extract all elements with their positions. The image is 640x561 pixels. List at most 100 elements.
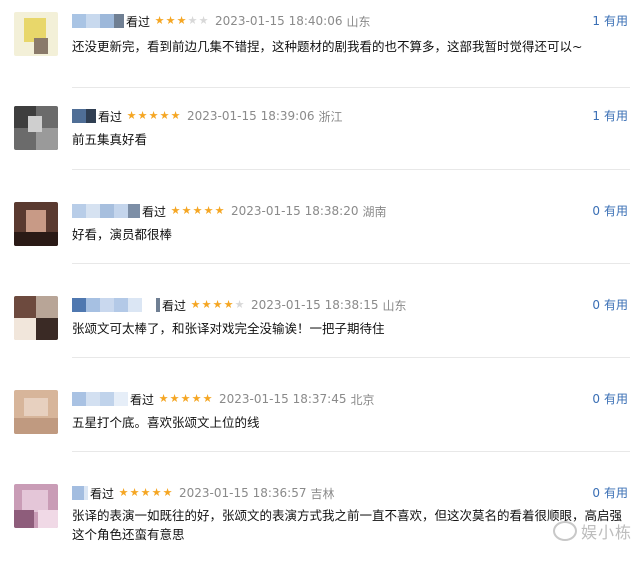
review-location: 北京 [350,392,375,407]
review-time: 2023-01-15 18:38:20 [231,204,359,218]
review-meta: 看过 ★ ★ ★ ★ ★ 2023-01-15 18:36:57 吉林 [72,483,334,503]
review-text: 还没更新完，看到前边几集不错捏，这种题材的剧我看的也不算多，这部我暂时觉得还可以… [72,39,583,54]
star-icon: ★ [148,109,159,122]
rating-stars: ★ ★ ★ ★ ★ [170,205,225,217]
username-blurred[interactable] [72,109,96,123]
review-location: 吉林 [310,486,335,501]
rating-stars: ★ ★ ★ ★ ★ [154,15,209,27]
review-time: 2023-01-15 18:36:57 [179,486,307,500]
watched-status: 看过 [126,14,151,29]
star-icon: ★ [192,204,203,217]
review-text: 前五集真好看 [72,132,148,147]
star-icon: ★ [165,14,176,27]
useful-button[interactable]: 0 有用 [592,389,628,409]
star-icon: ★ [126,109,137,122]
star-icon: ★ [159,109,170,122]
review-item: 看过 ★ ★ ★ ★ ★ 2023-01-15 18:40:06 山东 1 有用 还没更新… [0,0,640,88]
user-avatar[interactable] [14,484,58,528]
useful-label: 有用 [603,298,628,312]
rating-stars: ★ ★ ★ ★ ★ [118,487,173,499]
review-location: 山东 [382,298,407,313]
watched-status: 看过 [130,392,155,407]
useful-count: 1 [592,14,600,28]
star-icon: ★ [234,298,245,311]
review-item: 看过 ★ ★ ★ ★ ★ 2023-01-15 18:37:45 北京 0 有用 五星打个… [0,358,640,452]
review-time: 2023-01-15 18:37:45 [219,392,347,406]
useful-label: 有用 [603,392,628,406]
review-item: 看过 ★ ★ ★ ★ ★ 2023-01-15 18:36:57 吉林 0 有用 张译的表… [0,452,640,561]
star-icon: ★ [223,298,234,311]
star-icon: ★ [162,486,173,499]
useful-label: 有用 [603,204,628,218]
username-blurred[interactable] [72,204,140,218]
review-item: 看过 ★ ★ ★ ★ ★ 2023-01-15 18:39:06 浙江 1 有用 前五集真… [0,88,640,170]
watched-status: 看过 [90,486,115,501]
star-icon: ★ [181,204,192,217]
star-icon: ★ [187,14,198,27]
star-icon: ★ [137,109,148,122]
useful-button[interactable]: 0 有用 [592,201,628,221]
star-icon: ★ [169,392,180,405]
watermark-text: 娱小栋 [580,523,632,542]
star-icon: ★ [191,392,202,405]
user-avatar[interactable] [14,202,58,246]
review-time: 2023-01-15 18:40:06 [215,14,343,28]
user-avatar[interactable] [14,12,58,56]
star-icon: ★ [158,392,169,405]
review-meta: 看过 ★ ★ ★ ★ ★ 2023-01-15 18:38:20 湖南 [72,201,386,221]
useful-button[interactable]: 1 有用 [592,106,628,126]
user-avatar[interactable] [14,296,58,340]
star-icon: ★ [190,298,201,311]
review-item: 看过 ★ ★ ★ ★ ★ 2023-01-15 18:38:20 湖南 0 有用 好看，演… [0,170,640,264]
star-icon: ★ [176,14,187,27]
star-icon: ★ [201,298,212,311]
star-icon: ★ [214,204,225,217]
watched-status: 看过 [162,298,187,313]
useful-count: 0 [592,298,600,312]
username-blurred[interactable] [72,486,88,500]
star-icon: ★ [198,14,209,27]
review-meta: 看过 ★ ★ ★ ★ ★ 2023-01-15 18:37:45 北京 [72,389,374,409]
username-blurred[interactable] [72,14,124,28]
useful-count: 1 [592,109,600,123]
star-icon: ★ [180,392,191,405]
user-avatar[interactable] [14,390,58,434]
review-text: 好看，演员都很棒 [72,227,173,242]
rating-stars: ★ ★ ★ ★ ★ [190,299,245,311]
star-icon: ★ [140,486,151,499]
useful-count: 0 [592,204,600,218]
useful-label: 有用 [603,486,628,500]
star-icon: ★ [154,14,165,27]
useful-label: 有用 [603,109,628,123]
star-icon: ★ [212,298,223,311]
useful-count: 0 [592,486,600,500]
username-blurred[interactable] [72,298,160,312]
watched-status: 看过 [98,109,123,124]
star-icon: ★ [203,204,214,217]
star-icon: ★ [202,392,213,405]
rating-stars: ★ ★ ★ ★ ★ [158,393,213,405]
review-location: 湖南 [362,204,387,219]
review-text: 五星打个底。喜欢张颂文上位的线 [72,415,260,430]
review-meta: 看过 ★ ★ ★ ★ ★ 2023-01-15 18:38:15 山东 [72,295,406,315]
useful-button[interactable]: 0 有用 [592,295,628,315]
star-icon: ★ [170,204,181,217]
review-meta: 看过 ★ ★ ★ ★ ★ 2023-01-15 18:39:06 浙江 [72,106,342,126]
username-blurred[interactable] [72,392,128,406]
useful-label: 有用 [603,14,628,28]
useful-button[interactable]: 0 有用 [592,483,628,503]
review-meta: 看过 ★ ★ ★ ★ ★ 2023-01-15 18:40:06 山东 [72,11,370,31]
watched-status: 看过 [142,204,167,219]
review-time: 2023-01-15 18:39:06 [187,109,315,123]
review-item: 看过 ★ ★ ★ ★ ★ 2023-01-15 18:38:15 山东 0 有用 张颂文可… [0,264,640,358]
star-icon: ★ [170,109,181,122]
star-icon: ★ [151,486,162,499]
useful-button[interactable]: 1 有用 [592,11,628,31]
review-time: 2023-01-15 18:38:15 [251,298,379,312]
user-avatar[interactable] [14,106,58,150]
useful-count: 0 [592,392,600,406]
star-icon: ★ [129,486,140,499]
rating-stars: ★ ★ ★ ★ ★ [126,110,181,122]
star-icon: ★ [118,486,129,499]
review-location: 山东 [346,14,371,29]
